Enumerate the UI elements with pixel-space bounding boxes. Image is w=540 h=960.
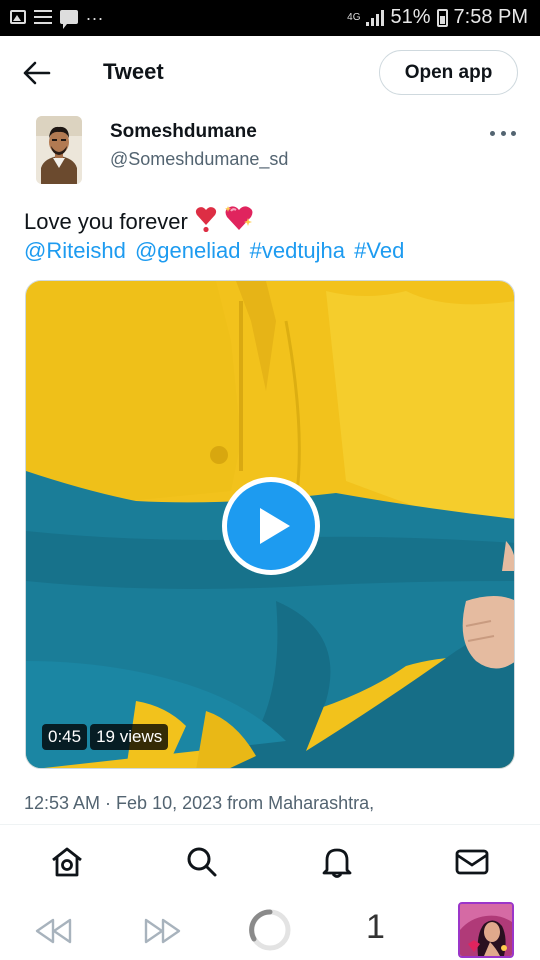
rewind-icon (35, 918, 72, 944)
dot-icon (500, 130, 506, 136)
mail-icon (455, 849, 489, 875)
video-duration: 0:45 (42, 724, 88, 750)
nav-home[interactable] (49, 844, 85, 880)
tweet-author: Someshdumane @Someshdumane_sd (0, 112, 540, 192)
system-status: 4G 51% 7:58 PM (347, 6, 528, 29)
avatar[interactable] (36, 116, 82, 184)
video-meta: 0:45 19 views (42, 724, 169, 750)
author-name[interactable]: Someshdumane (110, 121, 257, 143)
list-icon (34, 9, 52, 24)
more-notifications: ... (86, 4, 105, 24)
back-button[interactable] (22, 60, 52, 86)
bell-icon (322, 848, 352, 878)
hashtag-link[interactable]: #vedtujha (250, 238, 345, 263)
network-type: 4G (347, 11, 361, 23)
author-handle[interactable]: @Someshdumane_sd (110, 149, 288, 170)
heart-exclamation-icon (195, 207, 217, 232)
fast-forward-icon (144, 918, 181, 944)
fast-forward-button[interactable] (142, 916, 182, 946)
arrow-left-icon (23, 61, 51, 85)
tab-count[interactable]: 1 (366, 908, 385, 947)
gallery-icon (10, 9, 26, 24)
tab-preview[interactable] (458, 902, 514, 958)
notification-icons: ... (10, 4, 104, 29)
signal-icon (366, 9, 385, 26)
sparkling-heart-icon (225, 206, 253, 230)
open-app-button[interactable]: Open app (379, 50, 518, 95)
mentions-line: @Riteishd @geneliad #vedtujha #Ved (24, 236, 524, 265)
tweet-text: Love you forever @Riteishd @geneliad #ve… (24, 204, 524, 265)
page-title: Tweet (103, 59, 164, 84)
rewind-button[interactable] (34, 916, 74, 946)
home-icon (52, 847, 82, 877)
browser-toolbar: 1 (0, 900, 540, 960)
video-player[interactable]: 0:45 19 views (25, 280, 515, 769)
nav-messages[interactable] (454, 844, 490, 880)
more-options-button[interactable] (490, 128, 516, 138)
search-icon (187, 847, 217, 877)
loading-button[interactable] (248, 908, 292, 952)
loading-spinner-icon (249, 909, 291, 951)
play-button[interactable] (222, 477, 320, 575)
clock: 7:58 PM (453, 6, 528, 28)
battery-percent: 51% (390, 6, 431, 28)
status-bar: ... 4G 51% 7:58 PM (0, 0, 540, 36)
avatar-image (36, 116, 82, 184)
tweet-body: Love you forever (24, 209, 188, 234)
nav-notifications[interactable] (319, 844, 355, 880)
tweet-text-line: Love you forever (24, 204, 524, 236)
dot-icon (490, 130, 495, 136)
nav-search[interactable] (184, 844, 220, 880)
bottom-nav (0, 826, 540, 900)
mention-link[interactable]: @Riteishd (24, 238, 126, 263)
divider (0, 824, 540, 825)
tab-thumbnail-image (460, 904, 512, 956)
mention-link[interactable]: @geneliad (135, 238, 241, 263)
message-icon (60, 9, 78, 29)
dot-icon (511, 130, 516, 136)
view-count: 19 views (90, 724, 169, 750)
header: Tweet Open app (0, 36, 540, 112)
tweet-timestamp[interactable]: 12:53 AM · Feb 10, 2023 from Maharashtra… (24, 793, 374, 814)
battery-icon (436, 8, 448, 27)
hashtag-link[interactable]: #Ved (354, 238, 404, 263)
